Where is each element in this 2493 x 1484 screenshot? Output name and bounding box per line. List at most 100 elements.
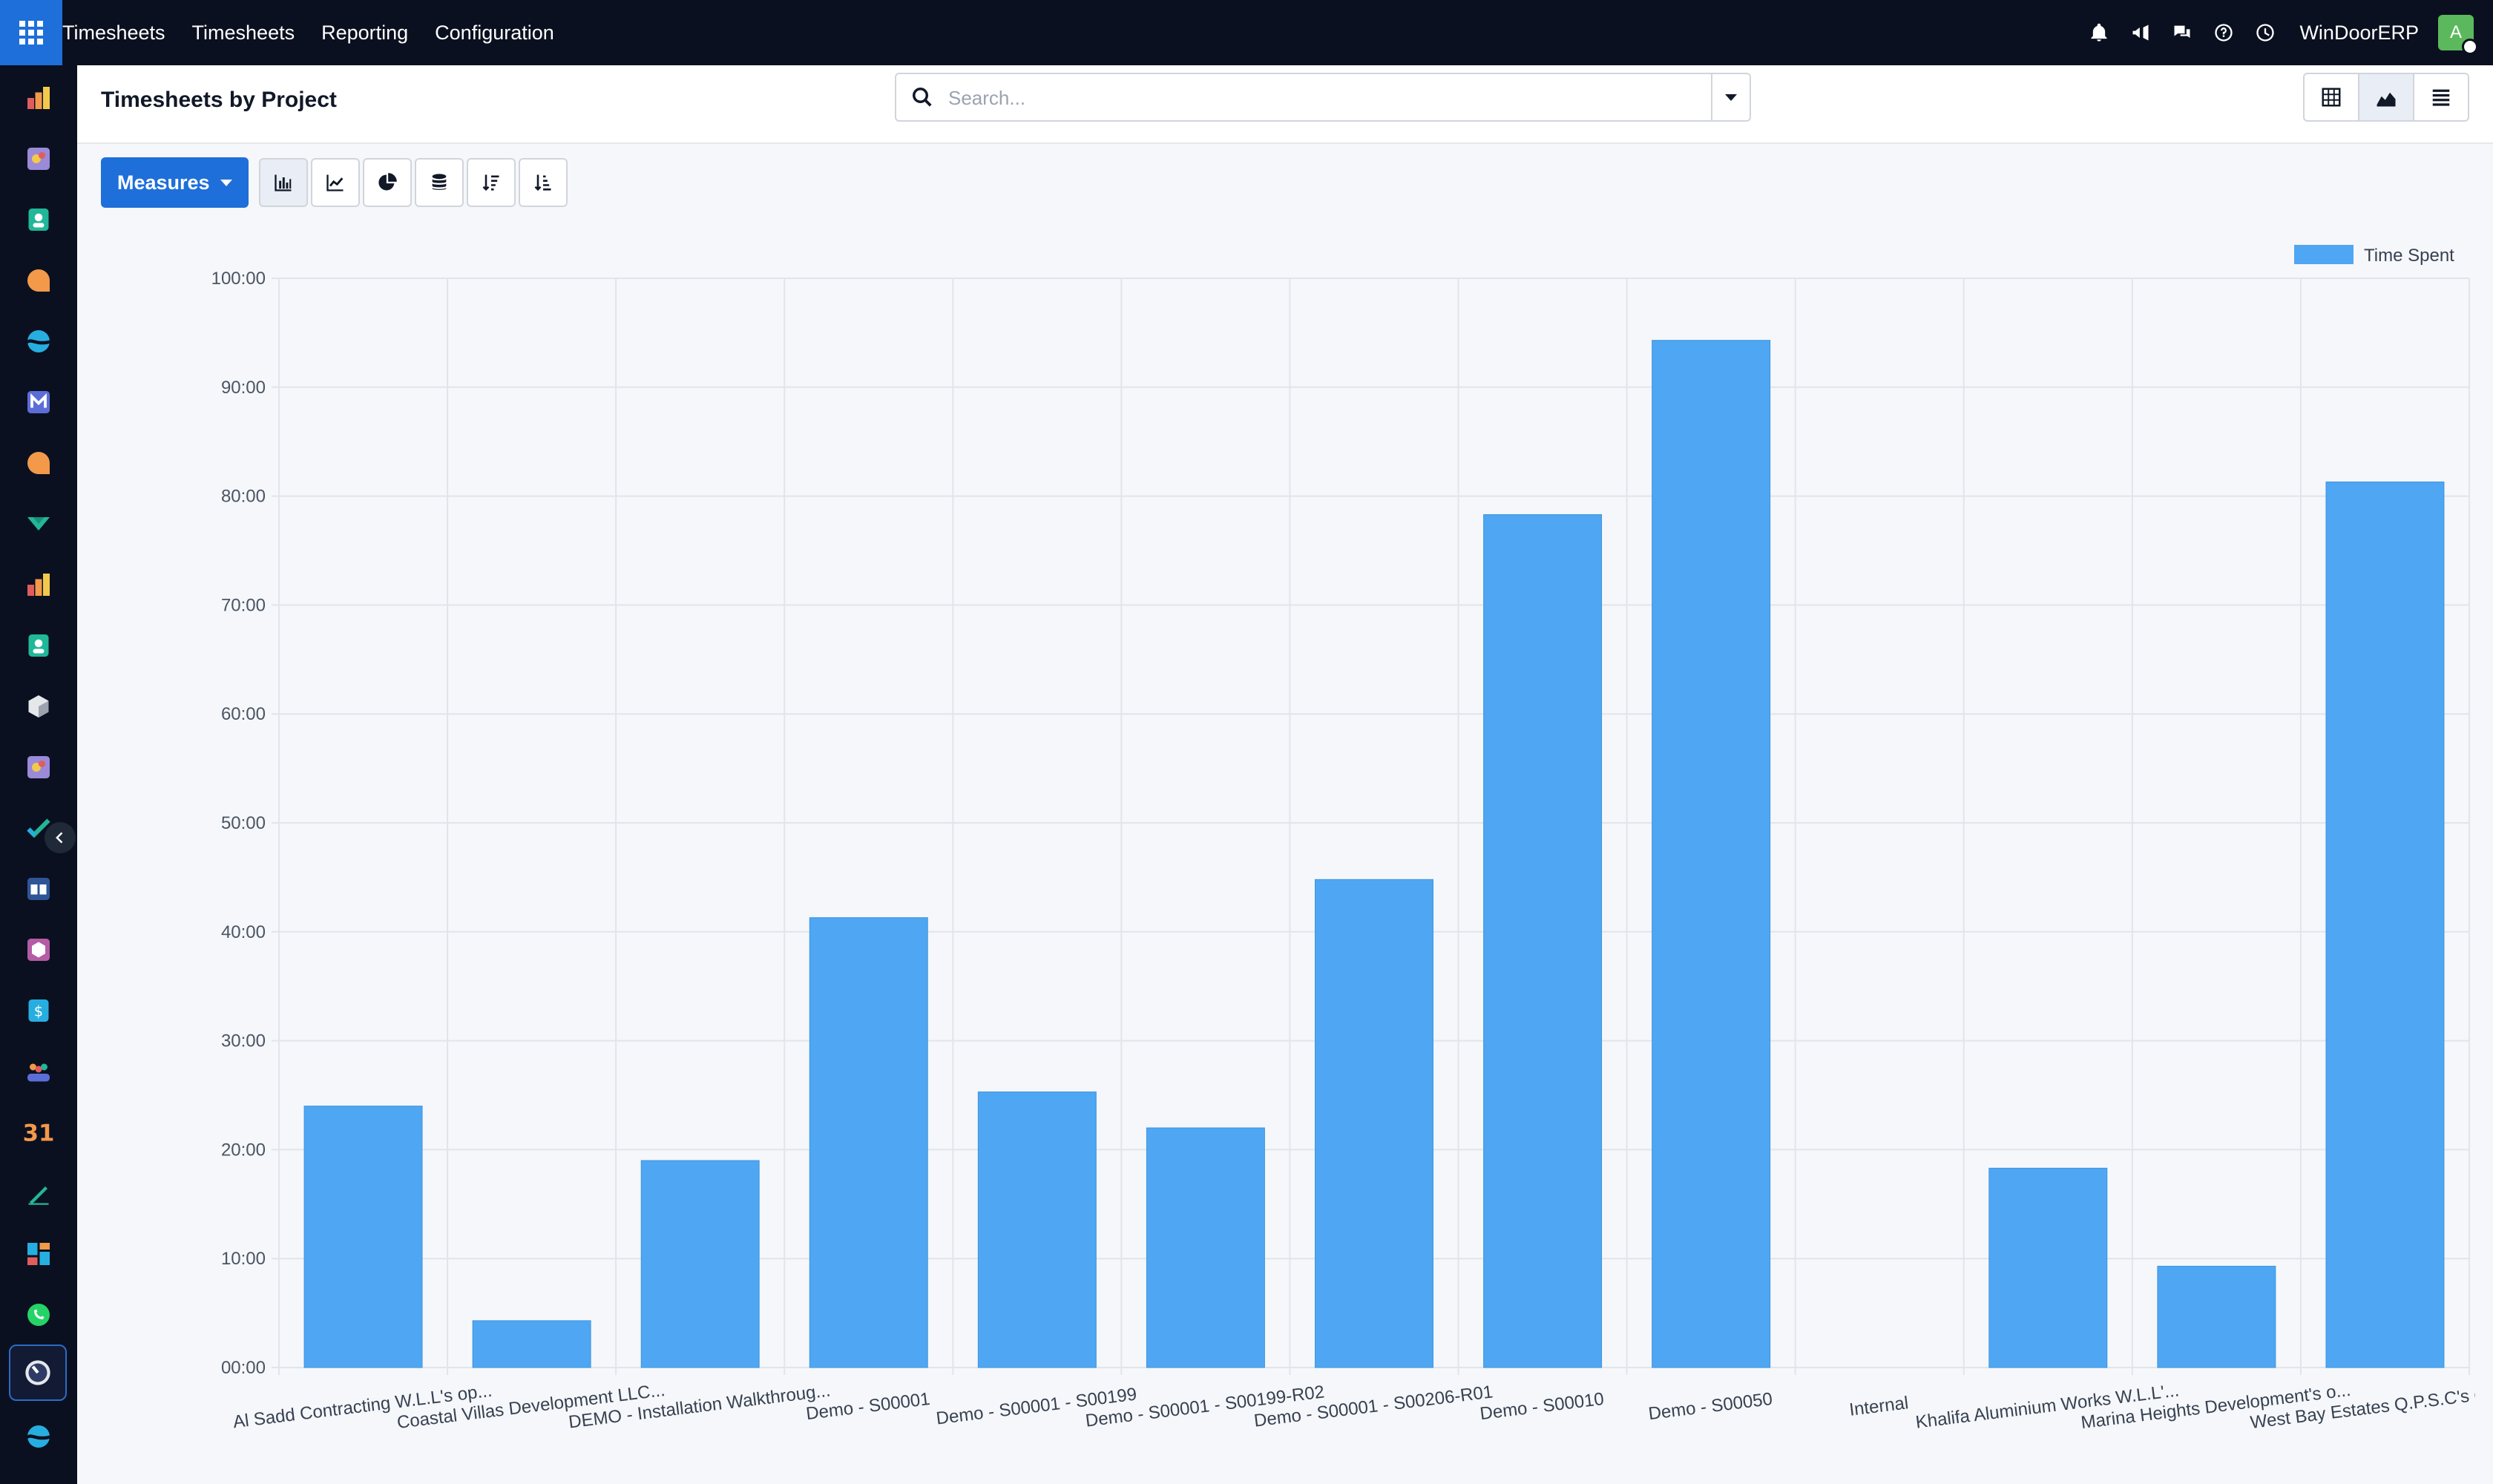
- y-tick-label: 30:00: [221, 1031, 266, 1051]
- chart-bars: [303, 340, 2445, 1368]
- menu-item-reporting[interactable]: Reporting: [321, 22, 408, 45]
- y-tick-label: 70:00: [221, 595, 266, 615]
- bar-12[interactable]: [2157, 1265, 2276, 1368]
- inventory-app-icon[interactable]: [21, 689, 56, 724]
- list-icon: [2432, 89, 2450, 106]
- y-tick-label: 60:00: [221, 704, 266, 724]
- bar-chart-button[interactable]: [258, 158, 308, 207]
- sort-descending-button[interactable]: [466, 158, 516, 207]
- products-app-icon[interactable]: [21, 932, 56, 968]
- menu-brand-timesheets[interactable]: Timesheets: [62, 22, 165, 45]
- company-name[interactable]: WinDoorERP: [2299, 22, 2419, 45]
- help-icon[interactable]: [2210, 19, 2237, 46]
- helpdesk-app-icon[interactable]: [21, 445, 56, 481]
- avatar-letter: A: [2449, 22, 2462, 42]
- discuss-app-icon[interactable]: [21, 263, 56, 298]
- timesheets-app-icon[interactable]: [9, 1345, 67, 1401]
- y-tick-label: 100:00: [211, 269, 266, 289]
- x-axis-labels: Al Sadd Contracting W.L.L's op...Coastal…: [232, 1380, 2493, 1433]
- pie-chart-icon: [378, 173, 397, 191]
- pie-chart-button[interactable]: [362, 158, 412, 207]
- systray: WinDoorERP A: [2071, 0, 2478, 65]
- bell-icon[interactable]: [2086, 19, 2112, 46]
- line-chart-icon: [326, 174, 344, 191]
- y-tick-label: 20:00: [221, 1140, 266, 1160]
- project-app-icon[interactable]: [21, 506, 56, 542]
- chat-icon[interactable]: [2169, 19, 2195, 46]
- bar-7[interactable]: [1315, 879, 1433, 1368]
- bar-13[interactable]: [2325, 482, 2445, 1368]
- megaphone-icon[interactable]: [2127, 19, 2154, 46]
- svg-text:$: $: [34, 1003, 43, 1020]
- sort-ascending-button[interactable]: [518, 158, 568, 207]
- legend-swatch: [2294, 245, 2354, 264]
- search-options-toggle[interactable]: [1711, 74, 1750, 120]
- whatsapp-app-icon[interactable]: [21, 1297, 56, 1333]
- measures-dropdown-button[interactable]: Measures: [101, 157, 249, 208]
- search-bar: [895, 73, 1751, 122]
- sign-app-icon[interactable]: [21, 1175, 56, 1211]
- sales-app-icon[interactable]: [21, 324, 56, 359]
- user-avatar[interactable]: A: [2438, 15, 2478, 55]
- x-category-label: Demo - S00050: [1647, 1389, 1773, 1424]
- bar-6[interactable]: [1146, 1127, 1265, 1368]
- caret-down-icon: [220, 179, 232, 186]
- bar-chart-icon: [274, 174, 292, 191]
- dashboard-app-icon[interactable]: [21, 80, 56, 116]
- bar-4[interactable]: [809, 917, 928, 1368]
- sort-ascending-icon: [534, 174, 551, 191]
- caret-down-icon: [1725, 93, 1737, 101]
- search-input[interactable]: [948, 82, 1661, 114]
- bar-1[interactable]: [303, 1106, 423, 1368]
- app-menu-button[interactable]: [0, 0, 62, 65]
- knowledge-app-icon[interactable]: [21, 871, 56, 907]
- line-chart-button[interactable]: [310, 158, 360, 207]
- table-icon: [2322, 88, 2341, 107]
- clock-icon[interactable]: [2252, 19, 2279, 46]
- presence-indicator: [2462, 39, 2478, 55]
- contacts-app-icon[interactable]: [21, 202, 56, 237]
- control-panel: Timesheets by Project: [77, 65, 2493, 144]
- stacked-toggle-button[interactable]: [414, 158, 464, 207]
- y-tick-label: 40:00: [221, 922, 266, 942]
- y-tick-label: 80:00: [221, 487, 266, 507]
- graph-view-button[interactable]: [2358, 73, 2414, 122]
- chart-legend[interactable]: Time Spent: [2294, 245, 2454, 266]
- employees-app-icon[interactable]: [21, 628, 56, 663]
- main-menu: Timesheets Timesheets Reporting Configur…: [62, 0, 581, 65]
- reporting-app-icon[interactable]: [21, 567, 56, 603]
- email-marketing-app-icon[interactable]: [21, 384, 56, 420]
- x-category-label: Demo - S00010: [1479, 1389, 1605, 1424]
- menu-item-timesheets[interactable]: Timesheets: [192, 22, 295, 45]
- bar-2[interactable]: [472, 1320, 591, 1368]
- y-tick-label: 90:00: [221, 378, 266, 398]
- dashboards-app-icon[interactable]: [21, 1236, 56, 1272]
- x-category-label: Internal: [1848, 1393, 1910, 1420]
- bar-chart: 00:00 10:00 20:00 30:00 40:00 50:00 60:00 70:00…: [101, 223, 2493, 1477]
- graph-toolbar: Measures: [101, 157, 568, 208]
- invoicing-app-icon[interactable]: $: [21, 993, 56, 1028]
- y-axis-ticks: 00:00 10:00 20:00 30:00 40:00 50:00 60:00 70:00…: [211, 269, 266, 1378]
- list-view-button[interactable]: [2413, 73, 2469, 122]
- calendar-day: 31: [23, 1120, 55, 1147]
- top-navbar: Timesheets Timesheets Reporting Configur…: [0, 0, 2493, 65]
- website-app-icon[interactable]: [21, 1419, 56, 1454]
- database-icon: [432, 174, 446, 190]
- chart-canvas: 00:00 10:00 20:00 30:00 40:00 50:00 60:00 70:00…: [211, 245, 2493, 1433]
- bar-8[interactable]: [1483, 514, 1603, 1368]
- bar-11[interactable]: [1988, 1167, 2108, 1368]
- pivot-view-button[interactable]: [2303, 73, 2359, 122]
- field-service-app-icon[interactable]: [21, 749, 56, 785]
- calendar-app-icon[interactable]: 31: [21, 1114, 56, 1150]
- sort-descending-icon: [482, 174, 499, 191]
- menu-item-configuration[interactable]: Configuration: [435, 22, 554, 45]
- area-chart-icon: [2377, 92, 2396, 107]
- planning-app-icon[interactable]: [21, 810, 56, 846]
- bar-9[interactable]: [1652, 340, 1771, 1368]
- apps-grid-icon: [19, 21, 43, 45]
- bar-3[interactable]: [640, 1160, 760, 1368]
- bar-5[interactable]: [977, 1091, 1097, 1368]
- team-app-icon[interactable]: [21, 1054, 56, 1089]
- documents-app-icon[interactable]: [21, 141, 56, 177]
- view-switcher: [2303, 73, 2469, 122]
